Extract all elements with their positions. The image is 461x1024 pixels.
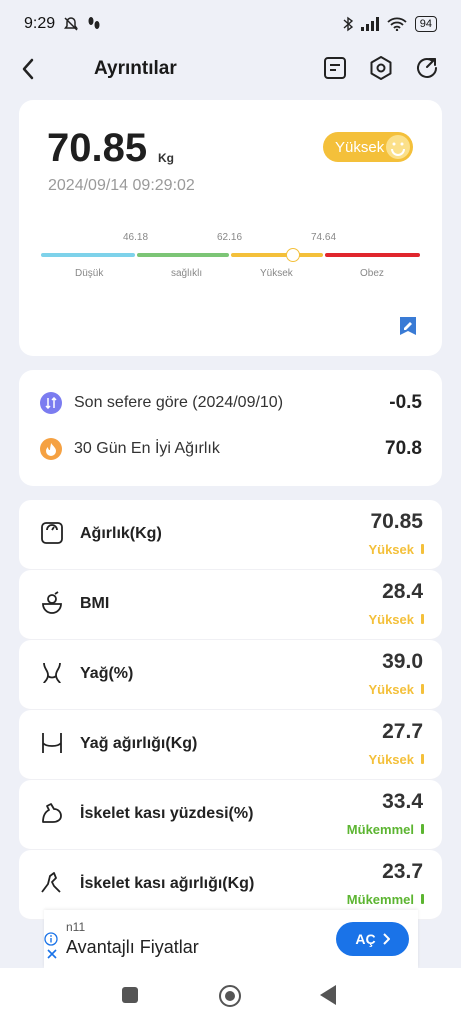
scale-segment-low [41, 253, 135, 257]
metric-value: 28.4 [382, 580, 423, 603]
metric-name: İskelet kası ağırlığı(Kg) [80, 875, 255, 892]
chevron-right-icon [382, 933, 390, 945]
comparison-label: Son sefere göre (2024/09/10) [74, 394, 284, 411]
home-button[interactable] [219, 985, 241, 1007]
status-badge-label: Yüksek [335, 138, 385, 156]
weight-unit: Kg [158, 151, 174, 165]
ad-headline[interactable]: Avantajlı Fiyatlar [66, 937, 199, 958]
list-item: 30 Gün En İyi Ağırlık 70.8 [40, 434, 422, 464]
muscle-weight-icon [41, 872, 61, 893]
app-header: Ayrıntılar [0, 48, 461, 90]
metric-status-bar [421, 754, 424, 764]
metric-row-muscle-percent[interactable]: İskelet kası yüzdesi(%) 33.4 Mükemmel [19, 780, 442, 850]
segment-label: Düşük [75, 268, 104, 279]
metric-row-body-fat[interactable]: Yağ(%) 39.0 Yüksek [19, 640, 442, 710]
chevron-left-icon [22, 58, 34, 80]
ad-open-label: AÇ [355, 931, 376, 947]
comparison-label: 30 Gün En İyi Ağırlık [74, 440, 220, 457]
comparison-value: 70.8 [385, 438, 422, 459]
weight-value: 70.85 [47, 126, 148, 170]
system-back-button[interactable] [320, 985, 336, 1005]
metric-row-bmi[interactable]: BMI 28.4 Yüksek [19, 570, 442, 640]
metric-row-weight[interactable]: Ağırlık(Kg) 70.85 Yüksek [19, 500, 442, 570]
metric-row-fat-weight[interactable]: Yağ ağırlığı(Kg) 27.7 Yüksek [19, 710, 442, 780]
metric-value: 39.0 [382, 650, 423, 673]
page-title: Ayrıntılar [94, 58, 177, 79]
metric-status: Yüksek [368, 542, 414, 557]
scale-segment-obese [325, 253, 420, 257]
metric-list: Ağırlık(Kg) 70.85 Yüksek BMI 28.4 Yüksek… [19, 500, 442, 980]
ad-open-button[interactable]: AÇ [336, 922, 409, 956]
steps-icon [88, 17, 100, 29]
measurement-datetime: 2024/09/14 09:29:02 [48, 177, 195, 194]
home-icon [225, 991, 235, 1001]
edit-icon[interactable] [399, 316, 417, 336]
ad-banner[interactable]: n11 Avantajlı Fiyatlar AÇ [44, 910, 418, 968]
metric-status-bar [421, 544, 424, 554]
metric-name: Ağırlık(Kg) [80, 525, 162, 542]
fire-icon [40, 438, 62, 460]
scale-segment-high [231, 253, 323, 257]
weight-scale: 46.18 62.16 74.64 Düşük sağlıklı Yüksek … [41, 230, 420, 290]
list-item: Son sefere göre (2024/09/10) -0.5 [40, 388, 422, 418]
recents-button[interactable] [122, 987, 138, 1003]
signal-icon [360, 17, 379, 31]
metric-status: Yüksek [368, 682, 414, 697]
share-icon [417, 58, 437, 78]
comparison-value: -0.5 [389, 392, 422, 413]
settings-button[interactable] [366, 53, 396, 83]
report-icon [324, 57, 346, 79]
battery-indicator: 94 [414, 16, 437, 32]
segment-label: Obez [360, 268, 384, 279]
metric-status-bar [421, 824, 424, 834]
close-icon[interactable] [46, 948, 58, 960]
scale-icon [41, 522, 63, 544]
segment-label: Yüksek [260, 268, 293, 279]
metric-value: 33.4 [382, 790, 423, 813]
metric-name: Yağ(%) [80, 665, 134, 682]
back-button[interactable] [14, 54, 42, 84]
info-icon[interactable] [44, 932, 58, 946]
status-badge: Yüksek [323, 132, 413, 162]
settings-icon [370, 56, 392, 80]
metric-name: Yağ ağırlığı(Kg) [80, 735, 198, 752]
muscle-icon [42, 803, 62, 823]
fat-weight-icon [42, 733, 62, 753]
bluetooth-icon [343, 16, 353, 32]
metric-status: Mükemmel [346, 892, 414, 907]
compare-icon [40, 392, 62, 414]
metric-status: Yüksek [368, 752, 414, 767]
share-button[interactable] [412, 53, 442, 83]
mute-icon [64, 17, 79, 31]
threshold-label: 74.64 [311, 232, 337, 243]
scale-segment-healthy [137, 253, 229, 257]
threshold-label: 46.18 [123, 232, 149, 243]
metric-status: Mükemmel [346, 822, 414, 837]
weight-summary-card: 70.85 Kg 2024/09/14 09:29:02 Yüksek 46.1… [19, 100, 442, 356]
scale-marker [286, 248, 300, 262]
status-bar: 9:29 94 [0, 0, 461, 48]
comparison-card: Son sefere göre (2024/09/10) -0.5 30 Gün… [19, 370, 442, 486]
ad-source: n11 [66, 920, 86, 934]
segment-label: sağlıklı [171, 268, 203, 279]
report-button[interactable] [320, 53, 350, 83]
threshold-label: 62.16 [217, 232, 243, 243]
metric-value: 70.85 [370, 510, 423, 533]
metric-status-bar [421, 684, 424, 694]
bmi-icon [42, 591, 62, 614]
metric-name: İskelet kası yüzdesi(%) [80, 805, 254, 822]
metric-status-bar [421, 614, 424, 624]
metric-value: 27.7 [382, 720, 423, 743]
metric-value: 23.7 [382, 860, 423, 883]
status-time: 9:29 [24, 15, 56, 32]
system-nav-bar [0, 968, 461, 1024]
metric-status: Yüksek [368, 612, 414, 627]
wifi-icon [387, 17, 407, 31]
body-fat-icon [43, 662, 61, 684]
smile-icon [386, 135, 410, 159]
metric-status-bar [421, 894, 424, 904]
metric-name: BMI [80, 595, 110, 612]
